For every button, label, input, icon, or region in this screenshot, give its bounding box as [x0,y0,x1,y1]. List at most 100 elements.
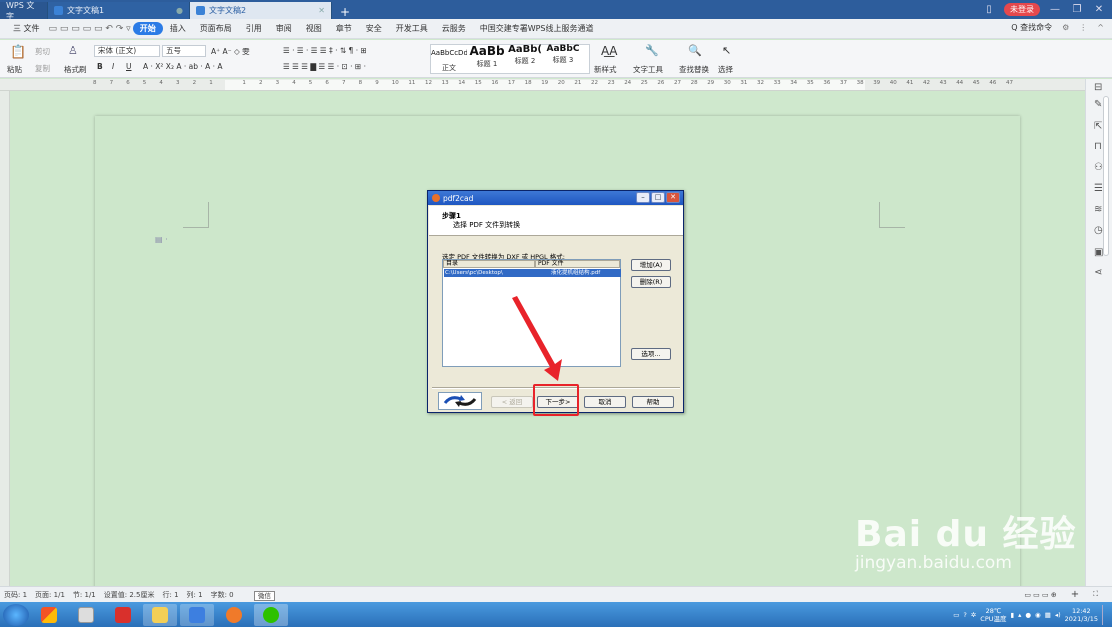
status-word-count[interactable]: 字数: 0 [211,590,234,600]
menu-item-security[interactable]: 安全 [359,23,389,34]
menu-item-chapter[interactable]: 章节 [329,23,359,34]
status-setting[interactable]: 设置值: 2.5厘米 [104,590,155,600]
menu-item-review[interactable]: 审阅 [269,23,299,34]
shield-icon[interactable]: ◉ [1035,611,1041,619]
format-painter-icon[interactable]: ♙ [68,44,78,57]
horizontal-ruler[interactable]: 8 7 6 5 4 3 2 1 1 2 3 4 5 6 7 8 9 10 11 12 13 14 15 16 17 18 19 20 2… [0,79,1085,91]
cut-button[interactable]: 剪切 [35,46,50,57]
menu-item-layout[interactable]: 页面布局 [193,23,239,34]
settings-icon[interactable]: ⚙ [1062,23,1069,32]
history-icon[interactable]: ◷ [1094,225,1103,236]
column-header-directory[interactable]: 目录 [443,260,535,268]
paste-button[interactable]: 粘贴 [7,64,22,75]
show-desktop-button[interactable] [1102,604,1108,625]
text-tools-button[interactable]: 文字工具 [633,64,663,75]
taskbar-app-pdf[interactable] [106,604,140,626]
taskbar-app-folder[interactable] [143,603,177,626]
help-icon[interactable]: ? [963,611,966,619]
menu-item-view[interactable]: 视图 [299,23,329,34]
tab-wps-home[interactable]: WPS 文字 [0,1,48,21]
taskbar-app-colorful[interactable] [32,604,66,626]
dialog-minimize-icon[interactable]: – [636,192,650,203]
bold-button[interactable]: B [97,62,103,71]
style-normal[interactable]: AaBbCcDd 正文 [431,44,467,74]
back-button[interactable]: < 返回 [491,396,533,408]
italic-button[interactable]: I [112,62,114,71]
close-window-icon[interactable]: ✕ [1092,4,1106,15]
keyboard-icon[interactable]: ▭ [953,611,959,619]
new-tab-button[interactable]: + [332,5,358,19]
paragraph-layout-icon[interactable]: ▤ · [155,235,168,244]
status-column[interactable]: 列: 1 [187,590,203,600]
command-search[interactable]: Q 查找命令 [1011,22,1052,33]
menu-item-insert[interactable]: 插入 [163,23,193,34]
fullscreen-icon[interactable]: ⛶ [1093,590,1098,599]
quick-access-icons[interactable]: ▭ ▭ ▭ ▭ ▭ ↶ ↷ ▿ [47,24,133,34]
collapse-ribbon-icon[interactable]: ^ [1097,23,1104,32]
network-icon[interactable]: ▦ [1045,611,1051,619]
taskbar-app-calculator[interactable] [69,604,103,626]
add-file-button[interactable]: 增加(A) [631,259,671,271]
close-tab-icon[interactable]: ✕ [318,6,325,15]
menu-item-developer[interactable]: 开发工具 [389,23,435,34]
adjust-icon[interactable]: ≋ [1094,204,1102,215]
volume-icon[interactable]: ◂) [1055,611,1061,619]
menu-item-service[interactable]: 中国交建专署WPS线上服务通道 [473,23,601,34]
style-heading-1[interactable]: AaBb 标题 1 [469,44,505,74]
taskbar-app-pdf2cad[interactable] [217,604,251,626]
dialog-maximize-icon[interactable]: □ [651,192,665,203]
window-layout-icon[interactable]: ▯ [982,4,996,15]
font-grow-shrink-icons[interactable]: A⁺ A⁻ ◇ 雯 [211,46,250,57]
style-heading-3[interactable]: AaBbC 标题 3 [545,44,581,74]
clock[interactable]: 12:42 2021/3/15 [1065,607,1098,623]
pointer-icon[interactable]: ⇱ [1094,121,1102,132]
maximize-icon[interactable]: ❐ [1070,4,1084,15]
login-button[interactable]: 未登录 [1004,3,1040,16]
share-icon[interactable]: ⋖ [1094,267,1102,278]
menu-item-references[interactable]: 引用 [239,23,269,34]
copy-button[interactable]: 复制 [35,63,50,74]
more-icon[interactable]: ⋮ [1079,23,1087,32]
dialog-close-icon[interactable]: ✕ [666,192,680,203]
font-effects-icons[interactable]: A · X² X₂ A · ab · A · A [143,62,223,71]
settings-tray-icon[interactable]: ✲ [971,611,976,619]
tab-document-2[interactable]: 文字文稿2 ✕ [190,2,332,19]
find-replace-button[interactable]: 查找替换 [679,64,709,75]
cancel-button[interactable]: 取消 [584,396,626,408]
dialog-titlebar[interactable]: pdf2cad – □ ✕ [428,191,683,205]
pdf-file-list[interactable]: 目录 PDF 文件 C:\Users\pc\Desktop\ 液化提机组结构.p… [442,259,621,367]
cpu-temperature[interactable]: 28℃ CPU温度 [980,607,1006,623]
options-button[interactable]: 选项... [631,348,671,360]
font-name-select[interactable]: 宋体 (正文) [94,45,160,57]
status-pages[interactable]: 页面: 1/1 [35,590,65,600]
style-heading-2[interactable]: AaBb(标题 2 [507,44,543,74]
expand-icon[interactable]: ⊟ [1094,82,1102,93]
security-icon[interactable]: ● [1025,611,1031,619]
view-mode-icons[interactable]: ▭ ▭ ▭ ⊕ [1024,591,1056,599]
menu-item-cloud[interactable]: 云服务 [435,23,473,34]
new-style-button[interactable]: 新样式 [594,64,617,75]
taskbar-app-wps-writer[interactable] [180,603,214,626]
vertical-ruler[interactable] [0,91,10,586]
paragraph-tools-row-2[interactable]: ☰ ☰ ☰ ▇ ☰ ☰ · ⊡ · ⊞ · [283,62,366,71]
search-icon[interactable]: 🔍 [688,44,702,57]
format-painter-button[interactable]: 格式刷 [64,64,87,75]
status-section[interactable]: 节: 1/1 [73,590,96,600]
status-page[interactable]: 页码: 1 [4,590,27,600]
vertical-scrollbar-thumb[interactable] [1103,96,1109,256]
list-icon[interactable]: ☰ [1094,183,1103,194]
font-size-select[interactable]: 五号 [162,45,206,57]
lock-icon[interactable]: ⊓ [1094,141,1102,152]
battery-icon[interactable]: ▮ [1011,611,1015,619]
cursor-icon[interactable]: ↖ [722,44,731,57]
pen-icon[interactable]: ✎ [1094,99,1102,110]
paragraph-tools-row-1[interactable]: ☰ · ☰ · ☰ ☰ ‡ · ⇅ ¶ · ⊞ [283,46,367,55]
new-style-icon[interactable]: A͟A [601,44,617,58]
paste-icon[interactable]: 📋 [10,45,26,60]
start-button[interactable] [3,603,29,626]
help-button[interactable]: 帮助 [632,396,674,408]
remove-file-button[interactable]: 删除(R) [631,276,671,288]
underline-button[interactable]: U [126,62,132,71]
status-row[interactable]: 行: 1 [162,590,178,600]
text-tools-icon[interactable]: 🔧 [645,44,659,57]
